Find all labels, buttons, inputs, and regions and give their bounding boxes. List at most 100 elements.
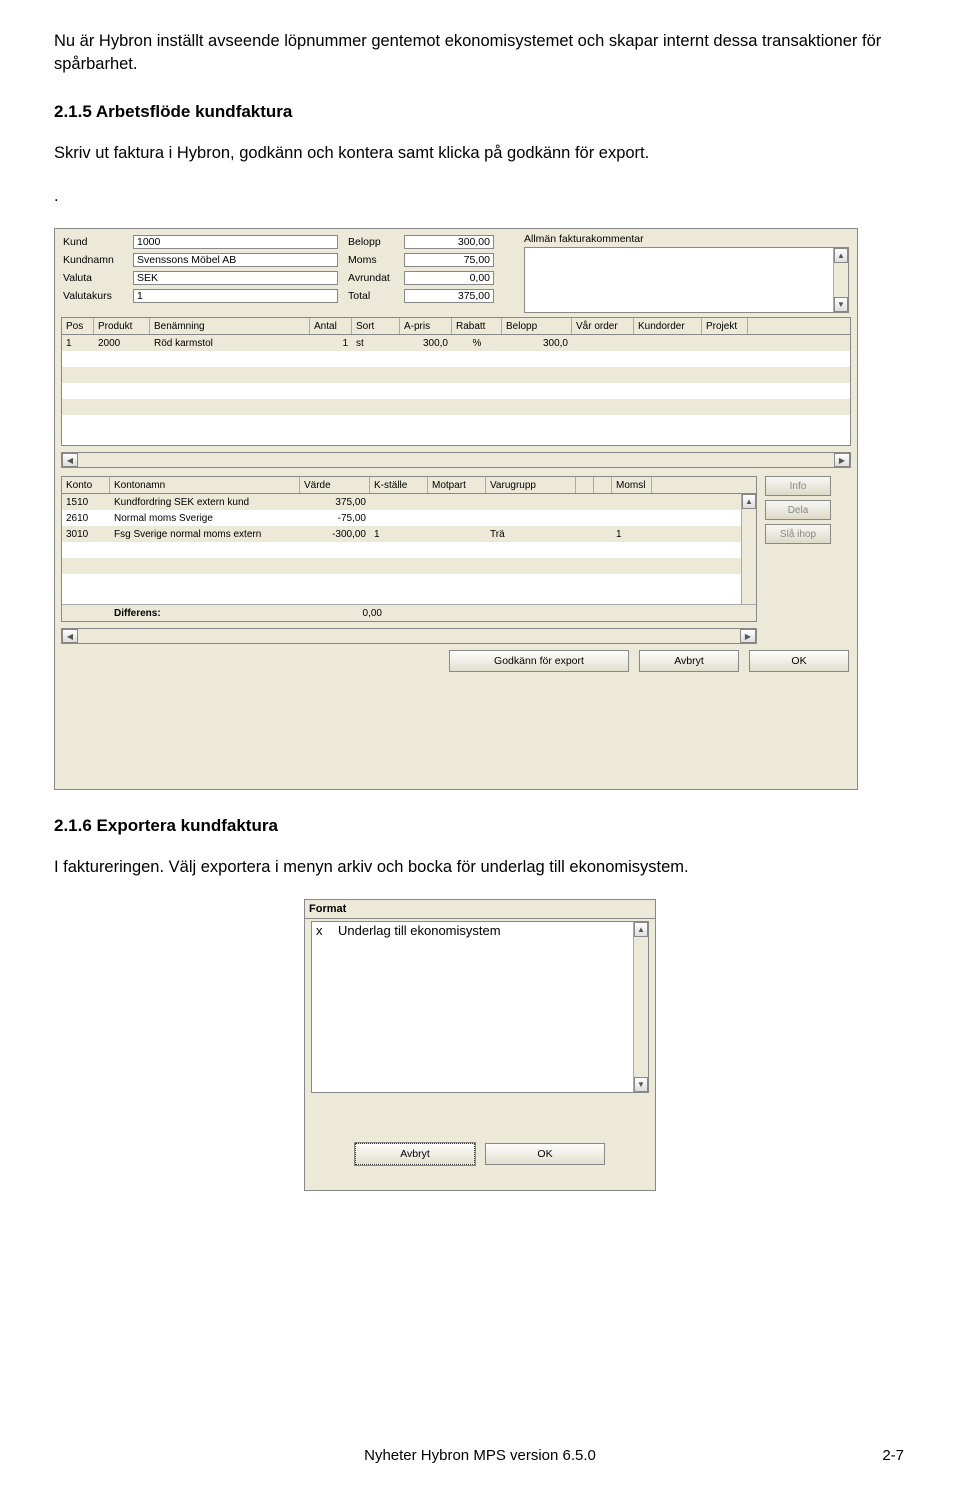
- col-benamning[interactable]: Benämning: [150, 318, 310, 334]
- col-varugrupp[interactable]: Varugrupp: [486, 477, 576, 493]
- cell: Normal moms Sverige: [110, 513, 300, 524]
- scroll-up-icon[interactable]: ▲: [634, 922, 648, 937]
- scroll-right-icon[interactable]: ▶: [740, 629, 756, 643]
- kundnamn-label: Kundnamn: [63, 254, 133, 266]
- avbryt-button[interactable]: Avbryt: [355, 1143, 475, 1165]
- col-blank[interactable]: [594, 477, 612, 493]
- col-kstalle[interactable]: K-ställe: [370, 477, 428, 493]
- col-belopp[interactable]: Belopp: [502, 318, 572, 334]
- col-blank[interactable]: [576, 477, 594, 493]
- col-kundorder[interactable]: Kundorder: [634, 318, 702, 334]
- page-footer: Nyheter Hybron MPS version 6.5.0: [0, 1447, 960, 1464]
- cell: 1: [310, 338, 352, 349]
- scrollbar-vertical[interactable]: ▲ ▼: [833, 248, 848, 312]
- info-button[interactable]: Info: [765, 476, 831, 496]
- col-momsl[interactable]: Momsl: [612, 477, 652, 493]
- cell: st: [352, 338, 400, 349]
- ok-button[interactable]: OK: [749, 650, 849, 672]
- valutakurs-label: Valutakurs: [63, 290, 133, 302]
- col-varorder[interactable]: Vår order: [572, 318, 634, 334]
- table-row[interactable]: 2610 Normal moms Sverige -75,00: [62, 510, 756, 526]
- intro-text: Nu är Hybron inställt avseende löpnummer…: [54, 30, 906, 76]
- scroll-right-icon[interactable]: ▶: [834, 453, 850, 467]
- kund-field[interactable]: 1000: [133, 235, 338, 249]
- moms-label: Moms: [348, 254, 404, 266]
- table-row[interactable]: 1 2000 Röd karmstol 1 st 300,0 % 300,0: [62, 335, 850, 351]
- cell: 300,0: [502, 338, 572, 349]
- page-number: 2-7: [882, 1447, 904, 1464]
- cell: Kundfordring SEK extern kund: [110, 497, 300, 508]
- kundnamn-field[interactable]: Svenssons Möbel AB: [133, 253, 338, 267]
- cell: Röd karmstol: [150, 338, 310, 349]
- checkmark: x: [316, 923, 338, 938]
- col-projekt[interactable]: Projekt: [702, 318, 748, 334]
- differens-label: Differens:: [110, 608, 308, 619]
- cell: 1510: [62, 497, 110, 508]
- cell: Trä: [486, 529, 576, 540]
- text-dot: .: [54, 185, 906, 208]
- cell: 300,0: [400, 338, 452, 349]
- cell: Fsg Sverige normal moms extern: [110, 529, 300, 540]
- cell: 1: [612, 529, 652, 540]
- list-item-label: Underlag till ekonomisystem: [338, 923, 501, 938]
- heading-216: 2.1.6 Exportera kundfaktura: [54, 816, 906, 836]
- format-header: Format: [309, 903, 346, 915]
- table-row[interactable]: 3010 Fsg Sverige normal moms extern -300…: [62, 526, 756, 542]
- scroll-left-icon[interactable]: ◀: [62, 629, 78, 643]
- table-row[interactable]: 1510 Kundfordring SEK extern kund 375,00: [62, 494, 756, 510]
- format-list[interactable]: x Underlag till ekonomisystem ▲ ▼: [311, 921, 649, 1093]
- scroll-down-icon[interactable]: ▼: [634, 1077, 648, 1092]
- col-antal[interactable]: Antal: [310, 318, 352, 334]
- slaihop-button[interactable]: Slå ihop: [765, 524, 831, 544]
- col-apris[interactable]: A-pris: [400, 318, 452, 334]
- belopp-label: Belopp: [348, 236, 404, 248]
- col-konto[interactable]: Konto: [62, 477, 110, 493]
- text-216: I faktureringen. Välj exportera i menyn …: [54, 856, 906, 879]
- dela-button[interactable]: Dela: [765, 500, 831, 520]
- moms-field[interactable]: 75,00: [404, 253, 494, 267]
- cell: 1: [62, 338, 94, 349]
- cell: 2610: [62, 513, 110, 524]
- format-dialog: Format x Underlag till ekonomisystem ▲ ▼…: [304, 899, 656, 1191]
- valutakurs-field[interactable]: 1: [133, 289, 338, 303]
- belopp-field[interactable]: 300,00: [404, 235, 494, 249]
- col-pos[interactable]: Pos: [62, 318, 94, 334]
- total-field[interactable]: 375,00: [404, 289, 494, 303]
- scroll-up-icon[interactable]: ▲: [742, 494, 756, 509]
- col-rabatt[interactable]: Rabatt: [452, 318, 502, 334]
- scrollbar-horizontal[interactable]: ◀ ▶: [61, 628, 757, 644]
- total-label: Total: [348, 290, 404, 302]
- kommentar-label: Allmän fakturakommentar: [524, 233, 644, 245]
- scroll-up-icon[interactable]: ▲: [834, 248, 848, 263]
- kommentar-field[interactable]: ▲ ▼: [524, 247, 849, 313]
- col-varde[interactable]: Värde: [300, 477, 370, 493]
- accounting-table: Konto Kontonamn Värde K-ställe Motpart V…: [61, 476, 757, 622]
- cell: %: [452, 338, 502, 349]
- cell: 375,00: [300, 497, 370, 508]
- valuta-field[interactable]: SEK: [133, 271, 338, 285]
- avrundat-field[interactable]: 0,00: [404, 271, 494, 285]
- avrundat-label: Avrundat: [348, 272, 404, 284]
- cell: 3010: [62, 529, 110, 540]
- godkann-export-button[interactable]: Godkänn för export: [449, 650, 629, 672]
- avbryt-button[interactable]: Avbryt: [639, 650, 739, 672]
- ok-button[interactable]: OK: [485, 1143, 605, 1165]
- col-sort[interactable]: Sort: [352, 318, 400, 334]
- cell: -75,00: [300, 513, 370, 524]
- scrollbar-horizontal[interactable]: ◀ ▶: [61, 452, 851, 468]
- scrollbar-vertical[interactable]: ▲ ▼: [633, 922, 648, 1092]
- scrollbar-vertical[interactable]: ▲: [741, 494, 756, 604]
- col-kontonamn[interactable]: Kontonamn: [110, 477, 300, 493]
- heading-215: 2.1.5 Arbetsflöde kundfaktura: [54, 102, 906, 122]
- invoice-window: Kund1000 KundnamnSvenssons Möbel AB Valu…: [54, 228, 858, 790]
- scroll-left-icon[interactable]: ◀: [62, 453, 78, 467]
- col-produkt[interactable]: Produkt: [94, 318, 150, 334]
- valuta-label: Valuta: [63, 272, 133, 284]
- cell: 1: [370, 529, 428, 540]
- scroll-down-icon[interactable]: ▼: [834, 297, 848, 312]
- kund-label: Kund: [63, 236, 133, 248]
- lines-table: Pos Produkt Benämning Antal Sort A-pris …: [61, 317, 851, 446]
- list-item[interactable]: x Underlag till ekonomisystem: [312, 922, 648, 939]
- col-motpart[interactable]: Motpart: [428, 477, 486, 493]
- cell: -300,00: [300, 529, 370, 540]
